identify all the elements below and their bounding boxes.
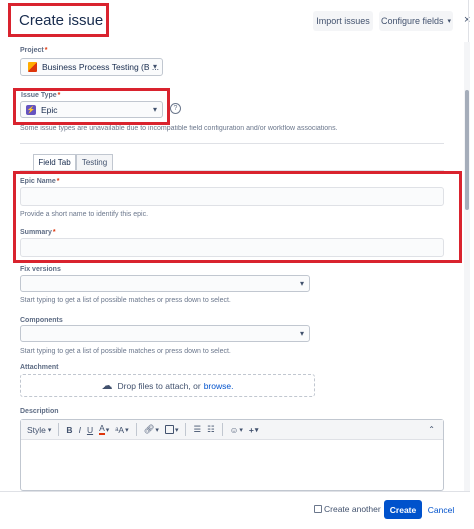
italic-icon: I xyxy=(78,424,81,435)
attachment-label: Attachment xyxy=(20,364,59,371)
text-color-button[interactable]: A ▾ xyxy=(96,422,112,438)
text-color-icon: A xyxy=(99,423,105,435)
chevron-down-icon: ▾ xyxy=(125,426,129,434)
configure-fields-button[interactable]: Configure fields ▾ xyxy=(379,11,453,31)
bullet-list-button[interactable]: ☰ xyxy=(190,422,204,438)
fix-versions-helper: Start typing to get a list of possible m… xyxy=(20,297,231,304)
numbered-list-button[interactable]: ☷ xyxy=(204,422,218,438)
highlight-title xyxy=(8,3,109,37)
bullet-list-icon: ☰ xyxy=(193,424,202,434)
create-button[interactable]: Create xyxy=(384,500,422,519)
emoji-button[interactable]: ☺ ▾ xyxy=(227,422,246,438)
components-select[interactable]: ▾ xyxy=(20,325,310,342)
toolbar-separator xyxy=(221,423,223,436)
numbered-list-icon: ☷ xyxy=(207,424,215,434)
underline-button[interactable]: U xyxy=(84,422,96,438)
italic-button[interactable]: I xyxy=(76,422,84,438)
chevron-down-icon: ▾ xyxy=(152,62,157,71)
toolbar-separator xyxy=(135,423,137,436)
help-icon[interactable]: ? xyxy=(170,103,181,114)
chevron-down-icon: ▾ xyxy=(155,426,159,434)
style-dropdown[interactable]: Style ▾ xyxy=(24,422,54,438)
cancel-label: Cancel xyxy=(427,504,455,515)
components-label: Components xyxy=(20,317,63,324)
add-button[interactable]: + ▾ xyxy=(246,422,261,438)
underline-icon: U xyxy=(86,424,94,435)
link-icon: 🔗︎ xyxy=(143,424,155,434)
required-asterisk: * xyxy=(44,47,48,54)
attachment-dropzone[interactable]: ☁ Drop files to attach, or browse. xyxy=(20,374,315,397)
project-label-text: Project xyxy=(20,47,44,54)
bold-button[interactable]: B xyxy=(63,422,75,438)
chevron-down-icon: ▾ xyxy=(299,279,304,288)
issue-type-note: Some issue types are unavailable due to … xyxy=(20,125,338,132)
chevron-down-icon: ▾ xyxy=(105,426,110,434)
tab-testing-label: Testing xyxy=(81,158,108,167)
chevron-down-icon: ▾ xyxy=(239,426,243,434)
image-icon xyxy=(164,425,174,434)
more-format-icon: ᵃA xyxy=(115,424,125,435)
description-label: Description xyxy=(20,408,59,415)
fix-versions-select[interactable]: ▾ xyxy=(20,275,310,292)
import-issues-label: Import issues xyxy=(316,16,370,26)
highlight-issue-type xyxy=(13,88,170,125)
emoji-icon: ☺ xyxy=(229,424,239,435)
chevron-down-icon: ▾ xyxy=(47,426,52,434)
collapse-toolbar-button[interactable]: ⌃ xyxy=(425,422,438,438)
chevron-up-icon: ⌃ xyxy=(428,425,435,434)
link-button[interactable]: 🔗︎ ▾ xyxy=(141,422,162,438)
scrollbar-thumb[interactable] xyxy=(465,90,469,210)
toolbar-separator xyxy=(58,423,60,436)
project-select[interactable]: Business Process Testing (B ... ▾ xyxy=(20,58,163,76)
browse-link[interactable]: browse. xyxy=(204,381,234,391)
bold-icon: B xyxy=(66,424,73,435)
chevron-down-icon: ▾ xyxy=(299,329,304,338)
project-icon xyxy=(28,62,37,72)
components-helper: Start typing to get a list of possible m… xyxy=(20,348,231,355)
toolbar-separator xyxy=(185,423,187,436)
project-label: Project* xyxy=(20,47,47,54)
project-value: Business Process Testing (B ... xyxy=(42,62,160,72)
configure-fields-label: Configure fields xyxy=(380,16,444,26)
upload-cloud-icon: ☁ xyxy=(101,380,113,392)
highlight-epic-summary xyxy=(13,171,462,263)
insert-media-button[interactable]: ▾ xyxy=(162,422,182,438)
more-format-button[interactable]: ᵃA ▾ xyxy=(112,422,131,438)
cancel-button[interactable]: Cancel xyxy=(428,500,454,519)
create-another-label[interactable]: Create another xyxy=(324,504,381,514)
divider xyxy=(20,143,444,144)
tab-field-tab-label: Field Tab xyxy=(38,158,71,167)
tab-field-tab[interactable]: Field Tab xyxy=(33,154,76,171)
import-issues-button[interactable]: Import issues xyxy=(313,11,373,31)
tab-testing[interactable]: Testing xyxy=(76,154,113,171)
editor-toolbar: Style ▾ B I U A ▾ ᵃA ▾ 🔗︎ ▾ ▾ ☰ ☷ ☺ ▾ + … xyxy=(21,420,443,440)
style-label: Style xyxy=(27,424,46,435)
fix-versions-label: Fix versions xyxy=(20,266,61,273)
plus-icon: + xyxy=(248,424,254,435)
create-label: Create xyxy=(389,504,417,515)
chevron-down-icon: ▾ xyxy=(447,18,452,25)
drop-text: Drop files to attach, or xyxy=(117,380,201,391)
chevron-down-icon: ▾ xyxy=(254,426,259,434)
create-another-checkbox[interactable] xyxy=(314,505,322,513)
chevron-down-icon: ▾ xyxy=(174,426,179,434)
